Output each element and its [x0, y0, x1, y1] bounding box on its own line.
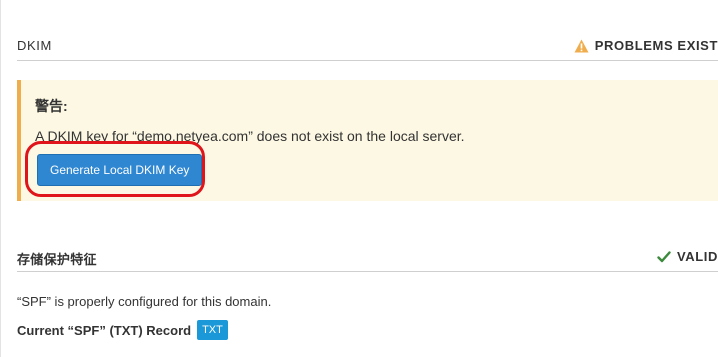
- spf-record-label: Current “SPF” (TXT) Record: [17, 322, 192, 338]
- spf-section-title: 存储保护特征: [17, 252, 97, 267]
- warning-title: 警告:: [35, 98, 68, 114]
- dkim-section-title: DKIM: [17, 38, 52, 53]
- checkmark-icon: [657, 250, 671, 263]
- spf-status: VALID: [657, 249, 718, 264]
- spf-section-header: 存储保护特征 VALID: [17, 245, 718, 272]
- dkim-status: PROBLEMS EXIST: [574, 38, 718, 53]
- dkim-section-header: DKIM PROBLEMS EXIST: [17, 34, 718, 61]
- dkim-warning-alert: 警告: A DKIM key for “demo.netyea.com” doe…: [17, 80, 718, 201]
- spf-message: “SPF” is properly configured for this do…: [17, 294, 272, 309]
- txt-record-badge: TXT: [197, 320, 228, 340]
- dkim-status-label: PROBLEMS EXIST: [594, 38, 718, 53]
- panel-left-border: [0, 0, 1, 357]
- spf-status-label: VALID: [676, 249, 718, 264]
- generate-local-dkim-key-button[interactable]: Generate Local DKIM Key: [37, 154, 203, 186]
- warning-message: A DKIM key for “demo.netyea.com” does no…: [35, 128, 465, 144]
- warning-icon: [574, 39, 589, 53]
- spf-record-line: Current “SPF” (TXT) Record TXT: [17, 319, 228, 341]
